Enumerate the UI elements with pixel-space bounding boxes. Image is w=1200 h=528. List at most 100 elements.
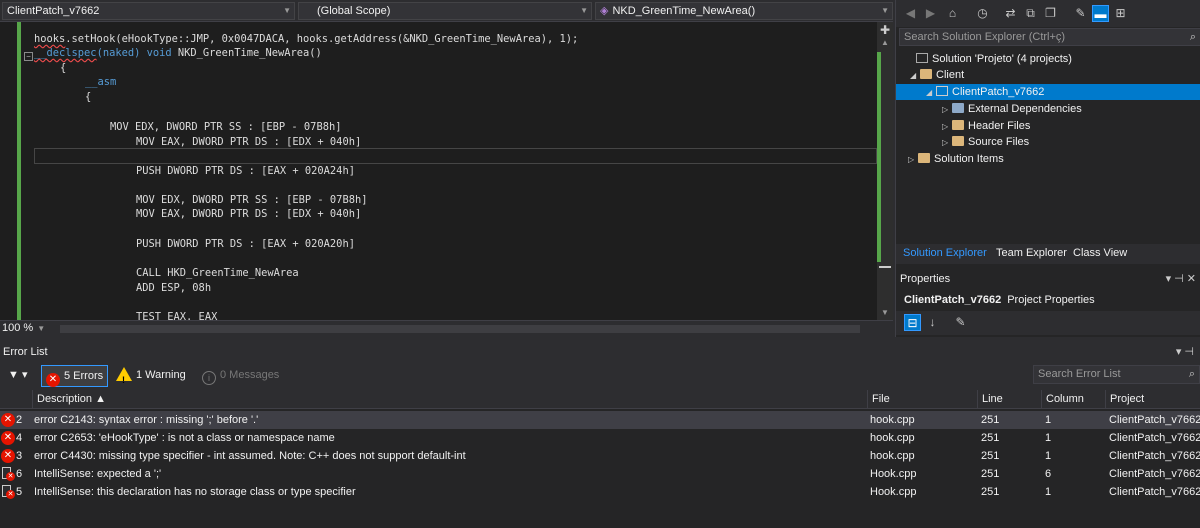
property-pages-icon[interactable]: ✎ [952, 314, 969, 331]
project-dropdown[interactable]: ClientPatch_v7662 ▼ [2, 2, 295, 20]
split-editor-icon[interactable]: ✚ [879, 24, 891, 36]
error-row[interactable]: ✕ 6 IntelliSense: expected a ';' Hook.cp… [0, 465, 1200, 483]
collapse-all-icon[interactable]: ⧉ [1022, 5, 1039, 22]
properties-wrench-icon[interactable]: ✎ [1072, 5, 1089, 22]
scroll-down-icon[interactable]: ▼ [881, 308, 889, 317]
categorized-icon[interactable]: ⊟ [904, 314, 921, 331]
column-header-column[interactable]: Column [1041, 390, 1105, 409]
error-project: ClientPatch_v7662 [1109, 486, 1200, 498]
code-line: MOV EDX, DWORD PTR SS : [EBP - 07B8h] [136, 194, 368, 206]
column-header-description[interactable]: Description ▲ [32, 390, 867, 409]
tree-item-solution[interactable]: Solution 'Projeto' (4 projects) [916, 51, 1072, 67]
history-icon[interactable]: ◷ [974, 5, 991, 22]
warnings-filter-button[interactable]: ! 1 Warning [112, 365, 190, 387]
pin-icon[interactable]: ▾ ⊣ ✕ [1166, 272, 1196, 285]
tree-item-solution-items[interactable]: ▷ Solution Items [908, 151, 1004, 167]
properties-object-selector[interactable]: ClientPatch_v7662 Project Properties [896, 289, 1200, 311]
error-list-search-input[interactable]: Search Error List ⌕ [1033, 365, 1200, 384]
error-icon: ✕ [1, 449, 15, 463]
code-line: { [85, 91, 92, 103]
error-row[interactable]: ✕ 5 IntelliSense: this declaration has n… [0, 483, 1200, 501]
tree-item-label: Solution 'Projeto' (4 projects) [932, 53, 1072, 65]
collapse-toggle-icon[interactable]: − [24, 52, 33, 61]
error-row[interactable]: ✕ 3 error C4430: missing type specifier … [0, 447, 1200, 465]
class-diagram-icon[interactable]: ⊞ [1112, 5, 1129, 22]
chevron-down-icon: ▼ [283, 6, 291, 15]
dependencies-icon [952, 103, 964, 113]
code-line: MOV EAX, DWORD PTR DS : [EDX + 040h] [136, 208, 362, 220]
error-row[interactable]: ✕ 4 error C2653: 'eHookType' : is not a … [0, 429, 1200, 447]
error-file: hook.cpp [870, 414, 915, 426]
tree-item-clientpatch[interactable]: ◢ ClientPatch_v7662 [896, 84, 1200, 100]
tab-class-view[interactable]: Class View [1073, 247, 1127, 259]
error-number: 3 [16, 450, 23, 462]
chevron-down-icon: ▼ [580, 6, 588, 15]
search-icon: ⌕ [1188, 368, 1195, 380]
back-icon[interactable]: ◀ [902, 5, 919, 22]
column-header-file[interactable]: File [867, 390, 977, 409]
filter-icon[interactable]: ▼ ▾ [4, 365, 31, 387]
error-file: hook.cpp [870, 450, 915, 462]
error-description: IntelliSense: expected a ';' [34, 468, 162, 480]
tree-item-label: Client [936, 69, 965, 81]
code-line: __asm [85, 76, 117, 88]
editor-horizontal-scrollbar[interactable] [60, 325, 860, 333]
error-line: 251 [981, 414, 1000, 426]
column-header-line[interactable]: Line [977, 390, 1041, 409]
solution-explorer-search-input[interactable]: Search Solution Explorer (Ctrl+ç) ⌕ [899, 28, 1200, 46]
column-header-project[interactable]: Project [1105, 390, 1200, 409]
tree-item-label: Source Files [968, 136, 1030, 148]
error-row[interactable]: ✕ 2 error C2143: syntax error : missing … [0, 411, 1200, 429]
tree-item-label: External Dependencies [968, 103, 1082, 115]
member-dropdown[interactable]: ◈ NKD_GreenTime_NewArea() ▼ [595, 2, 893, 20]
error-file: hook.cpp [870, 432, 915, 444]
editor-nav-bar: ClientPatch_v7662 ▼ (Global Scope) ▼ ◈ NK… [0, 0, 893, 22]
forward-icon[interactable]: ▶ [922, 5, 939, 22]
error-line: 251 [981, 450, 1000, 462]
errors-filter-button[interactable]: ✕ 5 Errors [41, 365, 109, 387]
error-project: ClientPatch_v7662 [1109, 432, 1200, 444]
zoom-dropdown[interactable]: 100 % ▼ [2, 322, 45, 334]
error-icon: ✕ [1, 431, 15, 445]
warning-icon: ! [116, 367, 132, 385]
collapsed-chevron-icon: ▷ [942, 122, 949, 131]
scrollbar-change-marker [877, 52, 881, 262]
scroll-up-icon[interactable]: ▲ [881, 38, 889, 47]
intellisense-error-icon: ✕ [1, 485, 15, 499]
expanded-chevron-icon: ◢ [926, 88, 933, 97]
collapsed-chevron-icon: ▷ [942, 105, 949, 114]
error-number: 2 [16, 414, 23, 426]
error-icon: ✕ [1, 413, 15, 427]
scope-dropdown[interactable]: (Global Scope) ▼ [298, 2, 592, 20]
tree-item-label: ClientPatch_v7662 [952, 86, 1045, 98]
scroll-thumb[interactable] [879, 266, 891, 268]
editor-gutter [0, 22, 18, 320]
tab-team-explorer[interactable]: Team Explorer [996, 247, 1067, 259]
code-line: MOV EDX, DWORD PTR SS : [EBP - 07B8h] [110, 121, 342, 133]
pin-icon[interactable]: ▾ ⊣ [1176, 345, 1194, 358]
show-all-files-icon[interactable]: ❐ [1042, 5, 1059, 22]
alphabetical-icon[interactable]: ↓ [924, 314, 941, 331]
sort-ascending-icon: ▲ [95, 393, 106, 405]
preview-selected-icon[interactable]: ▬ [1092, 5, 1109, 22]
code-line: ADD ESP, 08h [136, 282, 212, 294]
project-dropdown-value: ClientPatch_v7662 [7, 5, 100, 17]
tree-item-external-dependencies[interactable]: ▷ External Dependencies [942, 101, 1082, 117]
collapsed-chevron-icon: ▷ [908, 155, 915, 164]
tab-solution-explorer[interactable]: Solution Explorer [903, 247, 987, 259]
properties-title: Properties [900, 273, 951, 285]
project-icon [936, 86, 948, 96]
error-number: 6 [16, 468, 23, 480]
sync-icon[interactable]: ⇄ [1002, 5, 1019, 22]
solution-explorer-toolbar: ◀ ▶ ⌂ ◷ ⇄ ⧉ ❐ ✎ ▬ ⊞ [896, 0, 1200, 27]
tree-item-header-files[interactable]: ▷ Header Files [942, 118, 1030, 134]
code-editor[interactable]: − hooks.setHook(eHookType::JMP, 0x0047DA… [0, 22, 877, 320]
tree-item-client[interactable]: ◢ Client [910, 67, 964, 83]
error-description: error C2143: syntax error : missing ';' … [34, 414, 259, 426]
expanded-chevron-icon: ◢ [910, 71, 917, 80]
home-icon[interactable]: ⌂ [944, 5, 961, 22]
messages-filter-button[interactable]: i 0 Messages [198, 365, 283, 387]
tree-item-source-files[interactable]: ▷ Source Files [942, 134, 1029, 150]
properties-object-type: Project Properties [1007, 294, 1095, 306]
error-file: Hook.cpp [870, 468, 917, 480]
